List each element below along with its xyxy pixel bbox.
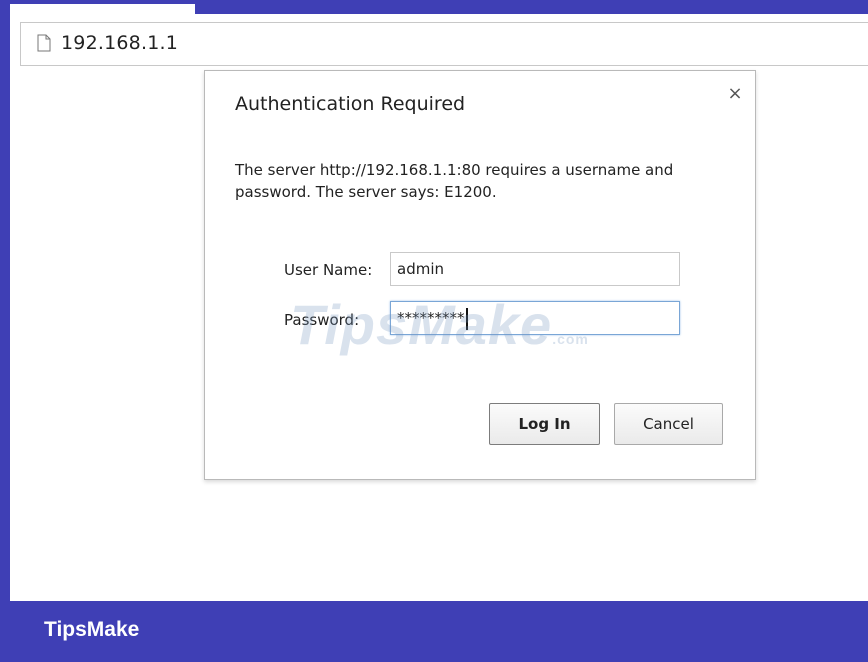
password-field[interactable]: ********* [390,301,680,335]
auth-dialog: Authentication Required × The server htt… [204,70,756,480]
username-value: admin [397,260,444,278]
cancel-button[interactable]: Cancel [614,403,723,445]
dialog-message: The server http://192.168.1.1:80 require… [235,161,674,201]
text-caret [465,307,468,330]
password-label: Password: [284,311,360,329]
tab-strip [10,4,195,16]
address-bar[interactable]: 192.168.1.1 [20,22,868,66]
close-icon[interactable]: × [727,83,743,104]
url-text[interactable]: 192.168.1.1 [61,32,178,54]
password-value: ********* [397,309,465,327]
username-label: User Name: [284,261,373,279]
username-field[interactable]: admin [390,252,680,286]
footer-brand: TipsMake [44,618,140,641]
page-icon [37,34,51,52]
dialog-title: Authentication Required [235,93,466,115]
login-button[interactable]: Log In [489,403,600,445]
